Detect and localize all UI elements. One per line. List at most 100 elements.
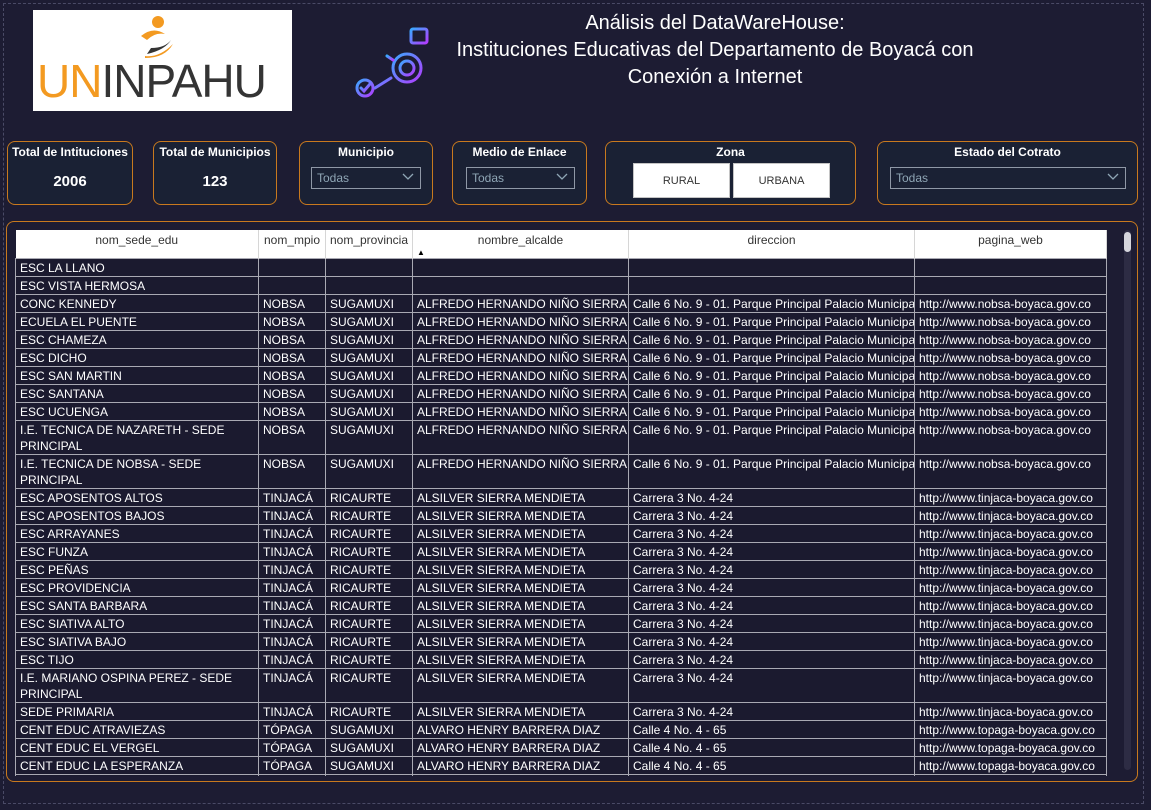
table-cell-nom-mpio: TINJACÁ	[258, 578, 326, 597]
table-panel: nom_sede_edu nom_mpio nom_provincia nomb…	[6, 221, 1138, 782]
table-cell-nom-mpio: NOBSA	[258, 454, 326, 489]
filter-label: Zona	[716, 145, 745, 159]
table-row[interactable]: ESC LA LLANO	[15, 258, 1107, 277]
table-cell-nombre-alcalde: ALFREDO HERNANDO NIÑO SIERRA	[412, 420, 629, 455]
table-cell-nom-sede-edu: ESC SANTANA	[15, 384, 259, 403]
table-cell-pagina-web: http://www.nobsa-boyaca.gov.co	[914, 384, 1107, 403]
table-cell-direccion: Calle 4 No. 4 - 65	[628, 738, 915, 757]
table-row[interactable]: ESC DICHO NOBSA SUGAMUXI ALFREDO HERNANDO N…	[15, 348, 1107, 367]
table-cell-pagina-web: http://www.tinjaca-boyaca.gov.co	[914, 668, 1107, 703]
table-cell-nom-provincia: SUGAMUXI	[325, 348, 413, 367]
table-cell-nombre-alcalde: ALSILVER SIERRA MENDIETA	[412, 632, 629, 651]
zona-urbana-button[interactable]: URBANA	[733, 163, 830, 198]
table-cell-direccion: Carrera 3 No. 4-24	[628, 488, 915, 507]
table-cell-nombre-alcalde: ALVARO HENRY BARRERA DIAZ	[412, 774, 629, 776]
table-row[interactable]: ESC APOSENTOS BAJOS TINJACÁ RICAURTE ALSILV…	[15, 506, 1107, 525]
table-cell-nom-mpio: TÓPAGA	[258, 774, 326, 776]
table-scrollbar[interactable]	[1124, 230, 1131, 770]
table-cell-direccion: Calle 6 No. 9 - 01. Parque Principal Pal…	[628, 294, 915, 313]
column-header-nom-provincia[interactable]: nom_provincia	[325, 230, 413, 259]
table-cell-pagina-web	[914, 276, 1107, 295]
table-row[interactable]: ESC CHAMEZA NOBSA SUGAMUXI ALFREDO HERNANDO…	[15, 330, 1107, 349]
table-row[interactable]: ESC SIATIVA ALTO TINJACÁ RICAURTE ALSILVER …	[15, 614, 1107, 633]
zona-rural-button[interactable]: RURAL	[633, 163, 730, 198]
table-cell-pagina-web: http://www.tinjaca-boyaca.gov.co	[914, 542, 1107, 561]
table-row[interactable]: ESC PROVIDENCIA TINJACÁ RICAURTE ALSILVER S…	[15, 578, 1107, 597]
table-cell-pagina-web: http://www.nobsa-boyaca.gov.co	[914, 348, 1107, 367]
filter-label: Estado del Cotrato	[954, 145, 1061, 159]
table-row[interactable]: ESC SIATIVA BAJO TINJACÁ RICAURTE ALSILVER …	[15, 632, 1107, 651]
table-cell-nombre-alcalde: ALFREDO HERNANDO NIÑO SIERRA	[412, 454, 629, 489]
column-header-nombre-alcalde[interactable]: nombre_alcalde ▲	[412, 230, 629, 259]
table-row[interactable]: ESC FUNZA TINJACÁ RICAURTE ALSILVER SIERRA …	[15, 542, 1107, 561]
table-cell-nombre-alcalde: ALSILVER SIERRA MENDIETA	[412, 506, 629, 525]
filter-municipio: Municipio Todas	[299, 141, 433, 205]
table-cell-nom-provincia	[325, 276, 413, 295]
table-row[interactable]: I.E. TECNICA DE NAZARETH - SEDE PRINCIPA…	[15, 420, 1107, 455]
table-cell-nom-sede-edu: CENT EDUC LA ESPERANZA	[15, 756, 259, 775]
table-cell-nom-mpio: NOBSA	[258, 330, 326, 349]
table-row[interactable]: ESC TIJO TINJACÁ RICAURTE ALSILVER SIERRA M…	[15, 650, 1107, 669]
table-row[interactable]: CONC KENNEDY NOBSA SUGAMUXI ALFREDO HERNAND…	[15, 294, 1107, 313]
table-cell-nom-sede-edu: ESC DICHO	[15, 348, 259, 367]
column-header-nom-sede-edu[interactable]: nom_sede_edu	[15, 230, 259, 259]
table-row[interactable]: CENT EDUC EL VERGEL TÓPAGA SUGAMUXI ALVARO …	[15, 738, 1107, 757]
table-cell-nombre-alcalde: ALSILVER SIERRA MENDIETA	[412, 650, 629, 669]
medio-enlace-dropdown[interactable]: Todas	[466, 167, 575, 189]
table-cell-nom-sede-edu: ESC ARRAYANES	[15, 524, 259, 543]
table-row[interactable]: CENT EDUC ATRAVIEZAS TÓPAGA SUGAMUXI ALVARO…	[15, 720, 1107, 739]
table-cell-nom-sede-edu: ESC APOSENTOS BAJOS	[15, 506, 259, 525]
table-row[interactable]: ESC SANTANA NOBSA SUGAMUXI ALFREDO HERNANDO…	[15, 384, 1107, 403]
table-cell-direccion	[628, 276, 915, 295]
table-row[interactable]: ESC PEÑAS TINJACÁ RICAURTE ALSILVER SIERRA …	[15, 560, 1107, 579]
table-cell-nom-sede-edu: ESC PROVIDENCIA	[15, 578, 259, 597]
table-row[interactable]: CENT EDUC LA ESPERANZA TÓPAGA SUGAMUXI ALVA…	[15, 756, 1107, 775]
table-cell-nom-provincia: RICAURTE	[325, 650, 413, 669]
table-row[interactable]: ESC VISTA HERMOSA	[15, 276, 1107, 295]
table-cell-pagina-web: http://www.tinjaca-boyaca.gov.co	[914, 506, 1107, 525]
table-cell-nombre-alcalde: ALFREDO HERNANDO NIÑO SIERRA	[412, 348, 629, 367]
scrollbar-thumb[interactable]	[1124, 232, 1131, 252]
table-cell-direccion: Calle 6 No. 9 - 01. Parque Principal Pal…	[628, 330, 915, 349]
table-row[interactable]: I.E. MARIANO OSPINA PEREZ - SEDE PRINCIP…	[15, 668, 1107, 703]
table-cell-direccion: Calle 6 No. 9 - 01. Parque Principal Pal…	[628, 420, 915, 455]
table-row[interactable]: ECUELA EL PUENTE NOBSA SUGAMUXI ALFREDO HER…	[15, 312, 1107, 331]
table-row[interactable]: ESC ARRAYANES TINJACÁ RICAURTE ALSILVER SIE…	[15, 524, 1107, 543]
table-cell-nom-sede-edu: ECUELA EL PUENTE	[15, 312, 259, 331]
column-header-direccion[interactable]: direccion	[628, 230, 915, 259]
table-cell-nombre-alcalde: ALVARO HENRY BARRERA DIAZ	[412, 738, 629, 757]
table-cell-nombre-alcalde: ALFREDO HERNANDO NIÑO SIERRA	[412, 402, 629, 421]
table-body: ESC LA LLANO ESC VISTA HERMOSA CONC KENNED…	[15, 258, 1107, 776]
table-cell-nombre-alcalde: ALFREDO HERNANDO NIÑO SIERRA	[412, 366, 629, 385]
table-cell-nom-provincia: SUGAMUXI	[325, 774, 413, 776]
filter-label: Municipio	[338, 145, 394, 159]
table-cell-nom-sede-edu: ESC PEÑAS	[15, 560, 259, 579]
table-row[interactable]: ESC SANTA BARBARA TINJACÁ RICAURTE ALSILVER…	[15, 596, 1107, 615]
estado-contrato-dropdown[interactable]: Todas	[890, 167, 1126, 189]
column-header-pagina-web[interactable]: pagina_web	[914, 230, 1107, 259]
table-cell-pagina-web: http://www.nobsa-boyaca.gov.co	[914, 454, 1107, 489]
table-cell-nom-mpio: NOBSA	[258, 384, 326, 403]
table-cell-direccion: Carrera 3 No. 4-24	[628, 524, 915, 543]
table-row[interactable]: ESC SAN MARTIN NOBSA SUGAMUXI ALFREDO HERNA…	[15, 366, 1107, 385]
table-cell-pagina-web: http://www.topaga-boyaca.gov.co	[914, 738, 1107, 757]
table-cell-nom-sede-edu: ESC SANTA BARBARA	[15, 596, 259, 615]
table-row[interactable]: I.E. TECNICA DE NOBSA - SEDE PRINCIPAL NO…	[15, 454, 1107, 489]
column-header-nom-mpio[interactable]: nom_mpio	[258, 230, 326, 259]
table-cell-pagina-web: http://www.tinjaca-boyaca.gov.co	[914, 614, 1107, 633]
table-cell-direccion: Carrera 3 No. 4-24	[628, 578, 915, 597]
table-row[interactable]: ESC APOSENTOS ALTOS TINJACÁ RICAURTE ALSILV…	[15, 488, 1107, 507]
table-row[interactable]: ESC UCUENGA NOBSA SUGAMUXI ALFREDO HERNANDO…	[15, 402, 1107, 421]
table-row[interactable]: SEDE PRIMARIA TINJACÁ RICAURTE ALSILVER SIE…	[15, 702, 1107, 721]
table-cell-nom-mpio: TÓPAGA	[258, 756, 326, 775]
municipio-dropdown[interactable]: Todas	[311, 167, 421, 189]
dropdown-value: Todas	[472, 171, 505, 185]
kpi-label: Total de Municipios	[159, 145, 271, 159]
table-row[interactable]: CONC URBTÓPAGASUGAMUXIALVARO HENRY BARRE…	[15, 774, 1107, 776]
table-cell-nom-mpio: TINJACÁ	[258, 506, 326, 525]
table-cell-direccion: Carrera 3 No. 4-24	[628, 542, 915, 561]
uninpahu-logo: UNINPAHU	[33, 10, 292, 111]
instituciones-table: nom_sede_edu nom_mpio nom_provincia nomb…	[15, 230, 1107, 776]
table-cell-pagina-web	[914, 258, 1107, 277]
filter-zona: Zona RURAL URBANA	[605, 141, 856, 205]
